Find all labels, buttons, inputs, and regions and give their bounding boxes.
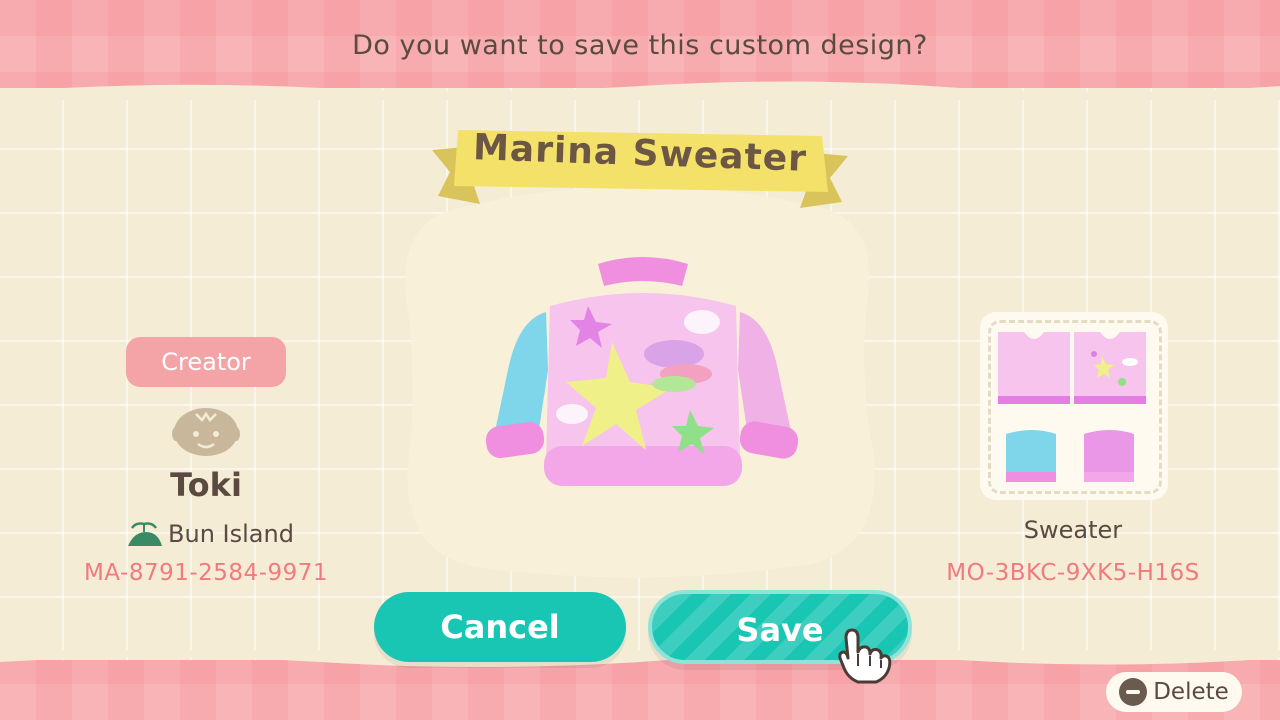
- delete-label: Delete: [1153, 679, 1229, 705]
- creator-name: Toki: [170, 466, 242, 504]
- pattern-card: [980, 312, 1168, 500]
- creator-island: Bun Island: [90, 518, 330, 550]
- pattern-layout-preview: [998, 332, 1146, 482]
- panel-bottom-edge: [0, 650, 1280, 667]
- minus-icon: [1119, 678, 1148, 706]
- item-type: Sweater: [1023, 516, 1123, 544]
- panel-top-edge: [0, 81, 1280, 100]
- cancel-button[interactable]: Cancel: [374, 592, 626, 662]
- hand-cursor-icon: [838, 628, 892, 684]
- design-id: MO-3BKC-9XK5-H16S: [946, 560, 1200, 586]
- island-name: Bun Island: [168, 520, 294, 548]
- creator-id: MA-8791-2584-9971: [83, 560, 329, 586]
- sweater-preview: [485, 257, 799, 486]
- villager-face-icon: [172, 408, 240, 456]
- delete-button[interactable]: Delete: [1106, 672, 1242, 712]
- island-icon: [128, 522, 163, 546]
- creator-badge: Creator: [126, 337, 286, 387]
- dialog-prompt: Do you want to save this custom design?: [352, 30, 928, 61]
